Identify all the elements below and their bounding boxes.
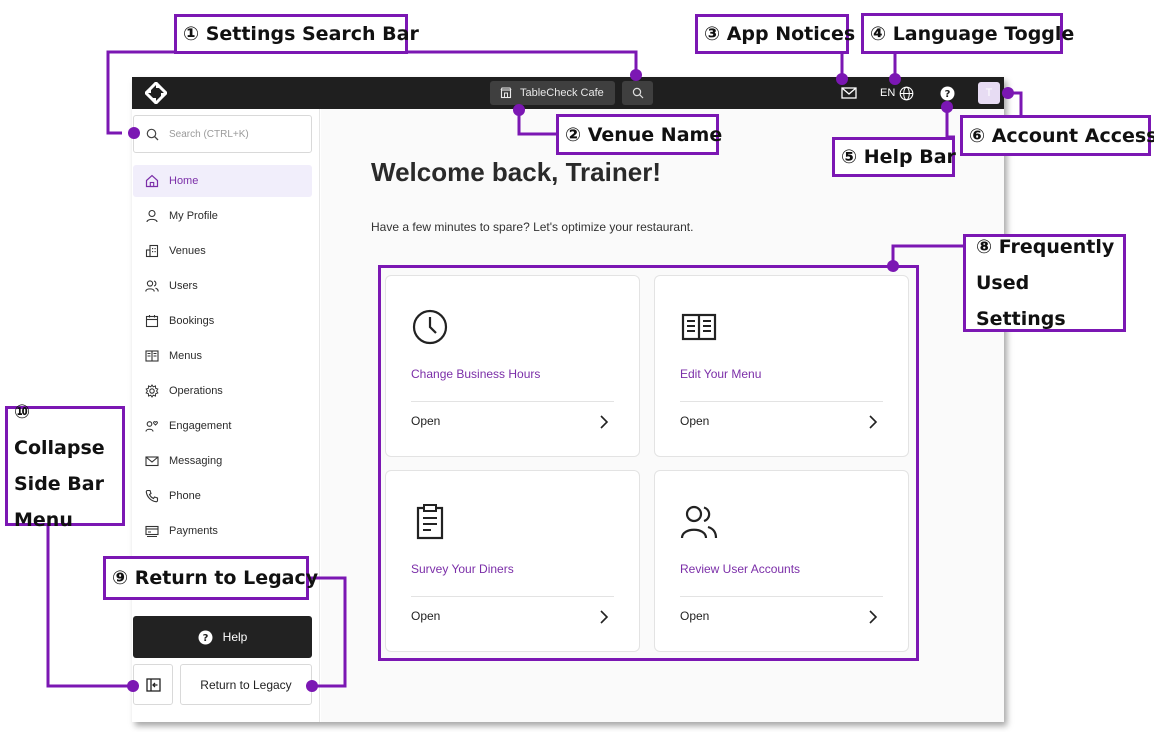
annotation-dot: [1002, 87, 1014, 99]
annotation-text: ④ Language Toggle: [870, 22, 1075, 45]
annotation-dot: [889, 73, 901, 85]
annotation-text: Side Bar: [14, 473, 104, 495]
annotation-dot: [128, 127, 140, 139]
annotation-return-to-legacy: ⑨ Return to Legacy: [103, 556, 318, 600]
annotation-settings-search-bar: ① Settings Search Bar: [174, 14, 419, 54]
annotation-text: ② Venue Name: [565, 123, 723, 146]
annotation-account-access: ⑥ Account Access: [960, 115, 1154, 156]
annotation-connectors: [46, 50, 1023, 688]
annotation-text: ⑤ Help Bar: [841, 146, 956, 168]
annotation-dot: [630, 69, 642, 81]
annotation-text: ⑨ Return to Legacy: [112, 567, 319, 589]
annotation-venue-name: ② Venue Name: [556, 114, 723, 155]
annotation-help-bar: ⑤ Help Bar: [832, 137, 956, 177]
annotation-collapse-side-bar-menu: ⑩ Collapse Side Bar Menu: [5, 401, 125, 531]
annotation-dot: [887, 260, 899, 272]
annotation-text: ③ App Notices: [704, 23, 856, 45]
annotation-text: Used Settings: [976, 272, 1066, 330]
annotation-text: ⑥ Account Access: [969, 124, 1154, 147]
stage: TableCheck Cafe EN ? T Search (CTRL+K) H…: [0, 0, 1154, 732]
annotation-dot: [513, 104, 525, 116]
annotation-text: ① Settings Search Bar: [183, 23, 419, 45]
annotation-text: Menu: [14, 509, 73, 531]
annotation-dot: [306, 680, 318, 692]
annotation-text: ⑧ Frequently: [976, 236, 1115, 258]
annotation-dot: [127, 680, 139, 692]
annotation-text: ⑩ Collapse: [14, 401, 105, 459]
annotation-frequently-used-settings: ⑧ Frequently Used Settings: [963, 234, 1126, 332]
annotation-dot: [941, 101, 953, 113]
annotation-language-toggle: ④ Language Toggle: [861, 13, 1074, 54]
annotation-dot: [836, 73, 848, 85]
annotation-app-notices: ③ App Notices: [695, 14, 855, 54]
